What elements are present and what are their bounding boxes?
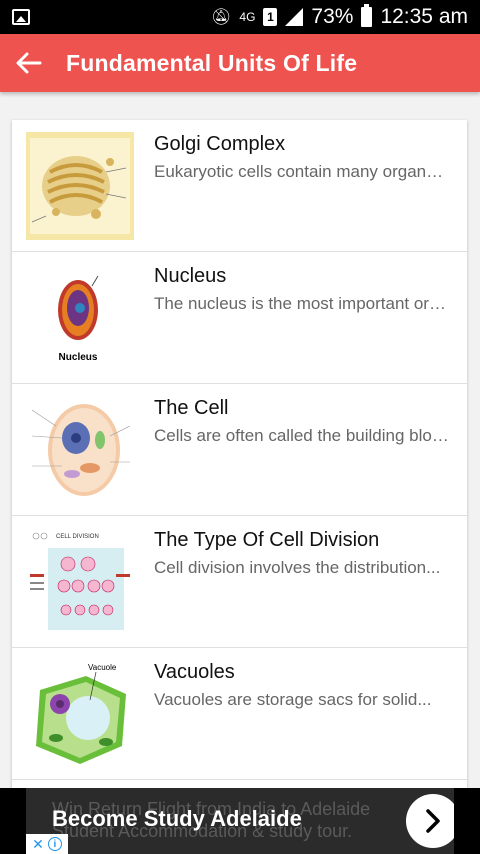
ad-headline[interactable]: Become Study Adelaide (52, 806, 302, 832)
vibrate-mute-icon: 🔕︎ (211, 9, 232, 26)
gallery-notification-icon (12, 9, 30, 25)
vacuole-thumbnail: Vacuole (26, 660, 134, 768)
vacuole-thumb-label: Vacuole (88, 663, 117, 672)
cell-division-thumbnail: CELL DIVISION (26, 528, 134, 636)
clock: 12:35 am (380, 5, 468, 28)
item-description: The nucleus is the most important organe… (154, 294, 449, 313)
network-type-label: 4G (239, 10, 256, 24)
item-description: Vacuoles are storage sacs for solid... (154, 690, 432, 709)
item-description: Eukaryotic cells contain many organelles… (154, 162, 449, 181)
list-item-vacuoles[interactable]: Vacuole Vacuoles Vacuoles are storage sa… (12, 648, 467, 780)
topic-list: Golgi Complex Eukaryotic cells contain m… (12, 120, 467, 788)
sim-icon: 1 (263, 8, 278, 26)
ad-choices-badge[interactable]: ✕ i (26, 834, 68, 854)
ad-content[interactable]: Win Return Flight from India to Adelaide… (26, 788, 454, 854)
cell-thumbnail (26, 396, 134, 504)
item-title: The Type Of Cell Division (154, 529, 380, 551)
item-title: The Cell (154, 397, 229, 419)
nucleus-thumb-label: Nucleus (59, 352, 98, 363)
item-description: Cells are often called the building bloc… (154, 426, 449, 445)
item-title: Golgi Complex (154, 133, 286, 155)
chevron-right-icon (426, 809, 440, 833)
page-title: Fundamental Units Of Life (66, 49, 358, 76)
ad-info-icon[interactable]: i (47, 837, 62, 851)
arrow-left-icon (16, 52, 42, 74)
list-item-golgi-complex[interactable]: Golgi Complex Eukaryotic cells contain m… (12, 120, 467, 252)
app-bar: Fundamental Units Of Life (0, 34, 480, 92)
list-item-the-cell[interactable]: The Cell Cells are often called the buil… (12, 384, 467, 516)
back-button[interactable] (0, 34, 58, 92)
nucleus-thumbnail: Nucleus (26, 264, 134, 372)
item-title: Vacuoles (154, 661, 235, 683)
status-bar: 🔕︎ 4G 1 73% 12:35 am (0, 0, 480, 34)
list-item-cell-division[interactable]: CELL DIVISION The Type Of Cell Division … (12, 516, 467, 648)
signal-icon (285, 8, 304, 26)
battery-icon (361, 4, 373, 27)
battery-percent: 73% (311, 5, 354, 28)
ad-close-icon[interactable]: ✕ (32, 836, 44, 853)
golgi-complex-thumbnail (26, 132, 134, 240)
item-description: Cell division involves the distribution.… (154, 558, 441, 577)
ad-open-button[interactable] (406, 794, 454, 848)
ad-banner[interactable]: Win Return Flight from India to Adelaide… (0, 788, 480, 854)
cell-division-thumb-label: CELL DIVISION (56, 534, 99, 540)
item-title: Nucleus (154, 265, 227, 287)
list-item-nucleus[interactable]: Nucleus Nucleus The nucleus is the most … (12, 252, 467, 384)
